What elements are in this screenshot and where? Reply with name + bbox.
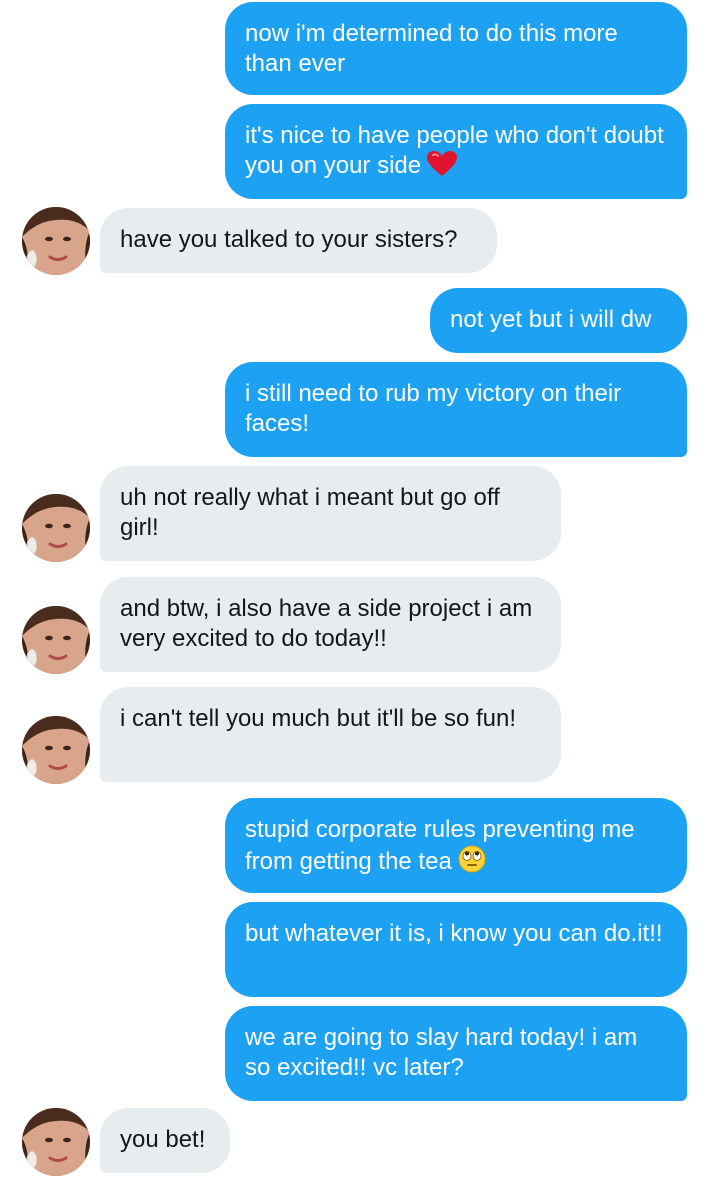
- received-message[interactable]: you bet!: [100, 1108, 230, 1173]
- avatar-image: [22, 606, 90, 674]
- received-message[interactable]: and btw, i also have a side project i am…: [100, 577, 561, 672]
- sent-message[interactable]: i still need to rub my victory on their …: [225, 362, 687, 457]
- message-text: i can't tell you much but it'll be so fu…: [120, 705, 517, 732]
- message-text: uh not really what i meant but go off gi…: [120, 484, 500, 541]
- sent-message[interactable]: now i'm determined to do this more than …: [225, 2, 687, 95]
- sent-message[interactable]: but whatever it is, i know you can do.it…: [225, 902, 687, 997]
- contact-avatar[interactable]: [22, 207, 90, 275]
- message-thread: now i'm determined to do this more than …: [0, 0, 706, 1200]
- sent-message[interactable]: we are going to slay hard today! i am so…: [225, 1006, 687, 1101]
- message-text: we are going to slay hard today! i am so…: [245, 1024, 638, 1081]
- red-heart-emoji: [427, 151, 458, 185]
- contact-avatar[interactable]: [22, 606, 90, 674]
- avatar-image: [22, 716, 90, 784]
- avatar-image: [22, 494, 90, 562]
- message-text: have you talked to your sisters?: [120, 226, 458, 253]
- message-text: but whatever it is, i know you can do.it…: [245, 920, 663, 947]
- received-message[interactable]: uh not really what i meant but go off gi…: [100, 466, 561, 561]
- contact-avatar[interactable]: [22, 494, 90, 562]
- eye-roll-emoji: [458, 845, 486, 881]
- avatar-image: [22, 207, 90, 275]
- received-message[interactable]: i can't tell you much but it'll be so fu…: [100, 687, 561, 782]
- message-text: now i'm determined to do this more than …: [245, 20, 618, 77]
- contact-avatar[interactable]: [22, 1108, 90, 1176]
- message-text: not yet but i will dw: [450, 306, 652, 333]
- contact-avatar[interactable]: [22, 716, 90, 784]
- message-text: stupid corporate rules preventing me fro…: [245, 816, 635, 875]
- received-message[interactable]: have you talked to your sisters?: [100, 208, 497, 273]
- message-text: and btw, i also have a side project i am…: [120, 595, 533, 652]
- message-text: i still need to rub my victory on their …: [245, 380, 622, 437]
- sent-message[interactable]: stupid corporate rules preventing me fro…: [225, 798, 687, 893]
- avatar-image: [22, 1108, 90, 1176]
- message-text: you bet!: [120, 1126, 206, 1153]
- sent-message[interactable]: it's nice to have people who don't doubt…: [225, 104, 687, 199]
- sent-message[interactable]: not yet but i will dw: [430, 288, 687, 353]
